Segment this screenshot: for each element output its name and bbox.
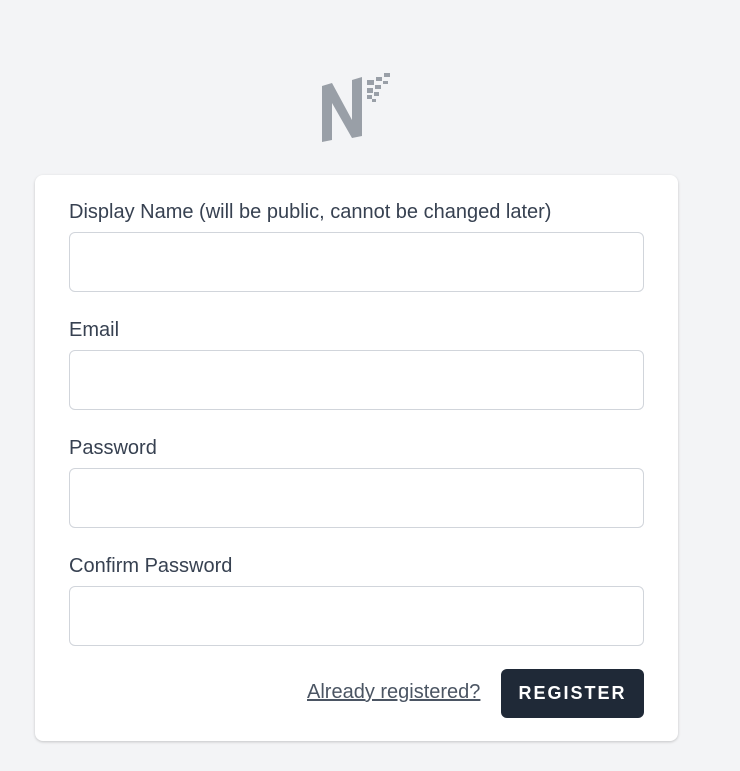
password-input[interactable] xyxy=(69,468,644,528)
password-label: Password xyxy=(69,437,157,459)
register-button[interactable]: REGISTER xyxy=(501,669,644,718)
email-label: Email xyxy=(69,319,120,341)
nf-logo-icon xyxy=(320,70,392,142)
register-card: Display Name (will be public, cannot be … xyxy=(35,175,678,741)
already-registered-link[interactable]: Already registered? xyxy=(307,680,480,704)
confirm-password-input[interactable] xyxy=(69,586,644,646)
email-input[interactable] xyxy=(69,350,644,410)
confirm-password-label: Confirm Password xyxy=(69,555,233,577)
display-name-input[interactable] xyxy=(69,232,644,292)
display-name-label: Display Name (will be public, cannot be … xyxy=(69,201,552,223)
